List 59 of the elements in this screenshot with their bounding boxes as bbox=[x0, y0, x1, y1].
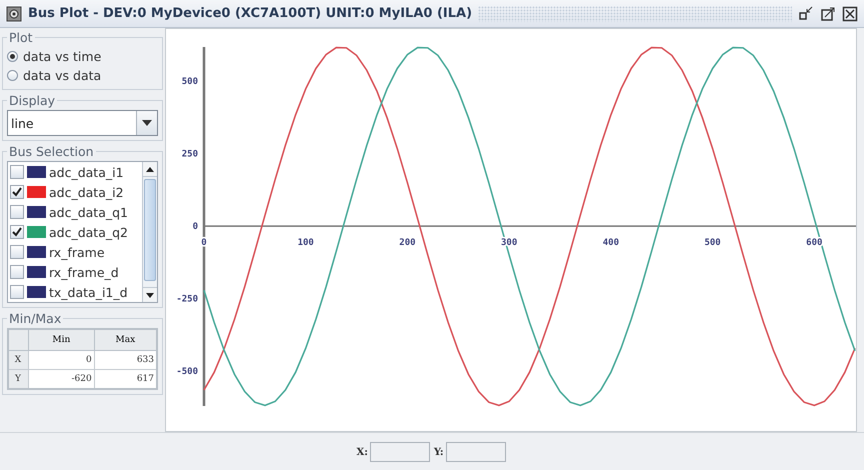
checkbox[interactable] bbox=[10, 165, 24, 179]
bus-name: adc_data_q1 bbox=[49, 204, 128, 220]
field-label: X: bbox=[356, 446, 368, 458]
restore-button[interactable] bbox=[798, 6, 814, 22]
group-title: Min/Max bbox=[8, 311, 62, 326]
checkbox[interactable] bbox=[10, 265, 24, 279]
scroll-up-icon[interactable] bbox=[146, 166, 154, 172]
field-label: Y: bbox=[434, 446, 444, 458]
column-header: Min bbox=[28, 329, 94, 350]
x-tick-label: 100 bbox=[298, 238, 314, 248]
bus-name: adc_data_q2 bbox=[49, 224, 128, 240]
scrollbar[interactable] bbox=[142, 162, 157, 302]
radio-option[interactable]: data vs data bbox=[7, 66, 158, 85]
bus-item[interactable]: adc_data_q2 bbox=[8, 222, 142, 242]
caret-icon bbox=[142, 120, 152, 126]
x-tick-label: 500 bbox=[704, 238, 721, 248]
maximize-button[interactable] bbox=[820, 6, 836, 22]
group-title: Bus Selection bbox=[8, 144, 95, 159]
window-title: Bus Plot - DEV:0 MyDevice0 (XC7A100T) UNIT:0 MyILA0 (ILA) bbox=[28, 6, 472, 21]
radio-option[interactable]: data vs time bbox=[7, 47, 158, 66]
row-header: Y bbox=[8, 370, 28, 389]
bus-name: tx_data_i1_d bbox=[49, 284, 128, 300]
radio-label: data vs time bbox=[23, 49, 102, 64]
bus-item[interactable]: adc_data_q1 bbox=[8, 202, 142, 222]
checkbox[interactable] bbox=[10, 205, 24, 219]
x-field[interactable] bbox=[370, 442, 430, 462]
row-header: X bbox=[8, 350, 28, 370]
y-tick-label: 0 bbox=[192, 222, 198, 232]
dropdown-value: line bbox=[10, 116, 35, 130]
bus-name: rx_frame bbox=[49, 244, 105, 260]
y-tick-label: -250 bbox=[176, 294, 198, 305]
bus-item[interactable]: tx_data_i1_d bbox=[8, 282, 142, 302]
group-title: Plot bbox=[8, 30, 34, 45]
bus-item[interactable]: rx_frame_d bbox=[8, 262, 142, 282]
checkbox[interactable] bbox=[10, 285, 24, 299]
bus-item[interactable]: adc_data_i2 bbox=[8, 182, 142, 202]
x-tick-label: 200 bbox=[399, 238, 416, 248]
bus-name: rx_frame_d bbox=[49, 264, 119, 280]
radio-label: data vs data bbox=[23, 68, 102, 83]
column-header: Max bbox=[94, 329, 157, 350]
checkbox[interactable] bbox=[10, 225, 24, 239]
y-tick-label: 250 bbox=[182, 150, 198, 160]
display-dropdown[interactable]: line bbox=[7, 110, 158, 136]
y-tick-label: -500 bbox=[176, 367, 198, 378]
app-icon bbox=[6, 6, 22, 22]
checkbox[interactable] bbox=[10, 185, 24, 199]
close-button[interactable] bbox=[842, 6, 858, 22]
bus-item[interactable]: rx_frame bbox=[8, 242, 142, 262]
scroll-down-icon[interactable] bbox=[146, 292, 154, 298]
bus-item[interactable]: adc_data_i1 bbox=[8, 162, 142, 182]
x-tick-label: 400 bbox=[602, 238, 619, 248]
bus-name: adc_data_i1 bbox=[49, 164, 124, 180]
x-tick-label: 0 bbox=[201, 238, 207, 248]
checkbox[interactable] bbox=[10, 245, 24, 259]
y-tick-label: 500 bbox=[182, 76, 198, 87]
table-cell: 0 bbox=[28, 350, 94, 370]
group-title: Display bbox=[8, 93, 56, 108]
bus-name: adc_data_i2 bbox=[49, 184, 124, 200]
y-field[interactable] bbox=[446, 442, 506, 462]
